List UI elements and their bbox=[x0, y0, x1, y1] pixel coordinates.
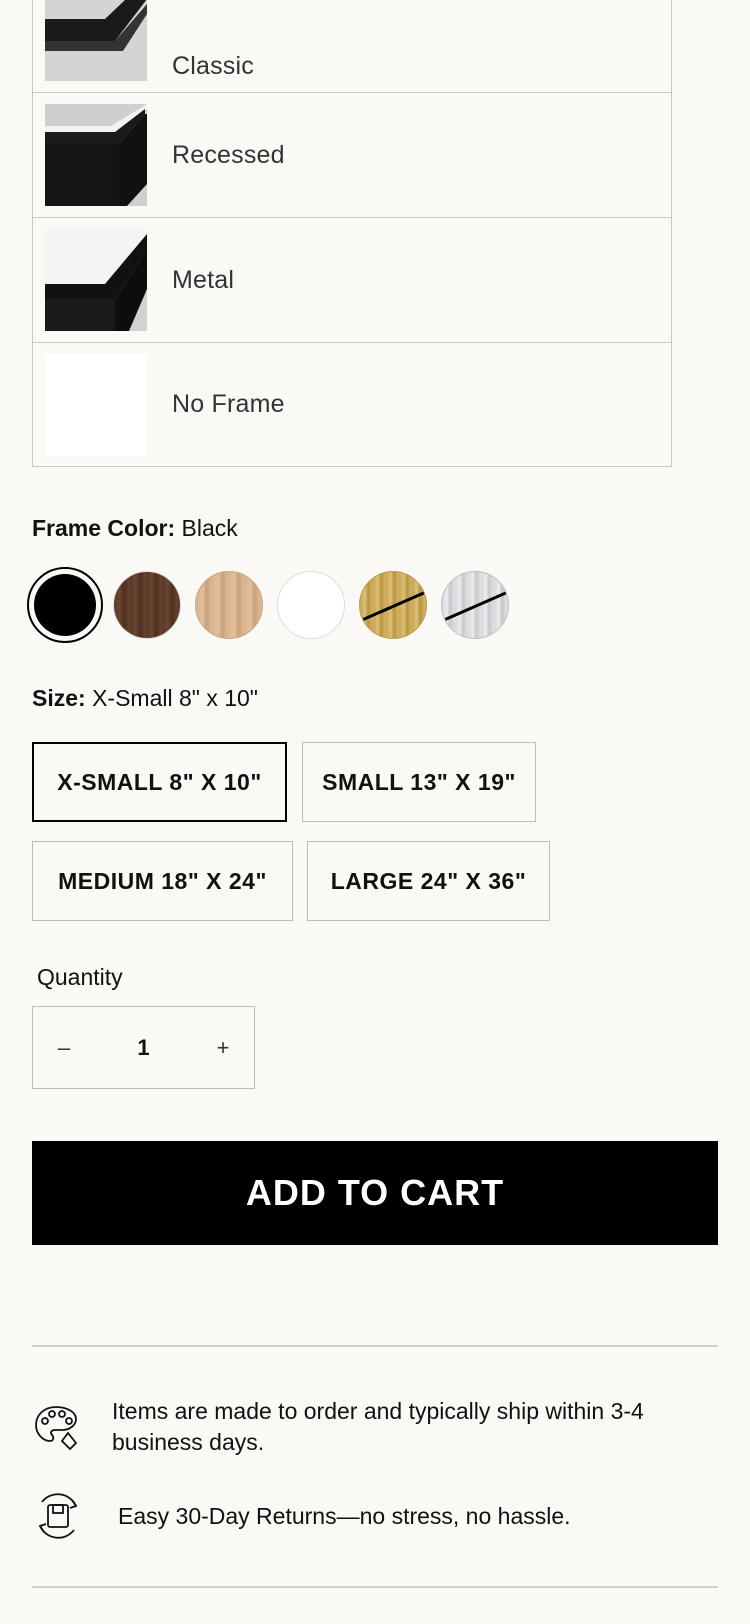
frame-option-no-frame[interactable]: No Frame bbox=[33, 343, 671, 466]
quantity-stepper: – 1 + bbox=[32, 1006, 255, 1089]
frame-option-recessed[interactable]: Recessed bbox=[33, 93, 671, 218]
size-label: Size: bbox=[32, 685, 86, 711]
divider bbox=[32, 1586, 718, 1588]
frame-thumbnail bbox=[45, 0, 147, 81]
add-to-cart-button[interactable]: ADD TO CART bbox=[32, 1141, 718, 1245]
frame-thumbnail bbox=[45, 229, 147, 331]
frame-thumbnail bbox=[45, 353, 147, 456]
swatch-silver-unavailable[interactable] bbox=[441, 571, 509, 639]
size-option-large[interactable]: LARGE 24" X 36" bbox=[307, 841, 550, 921]
frame-color-swatches bbox=[27, 567, 523, 643]
quantity-decrement-button[interactable]: – bbox=[33, 1007, 95, 1088]
swatch-black[interactable] bbox=[27, 567, 103, 643]
swatch-natural[interactable] bbox=[195, 571, 263, 639]
swatch-gold-unavailable[interactable] bbox=[359, 571, 427, 639]
divider bbox=[32, 1345, 718, 1347]
frame-option-label: Metal bbox=[172, 265, 235, 294]
frame-thumbnail bbox=[45, 104, 147, 206]
size-option-small[interactable]: SMALL 13" X 19" bbox=[302, 742, 536, 822]
frame-color-value: Black bbox=[181, 515, 238, 541]
shipping-info: Items are made to order and typically sh… bbox=[32, 1396, 692, 1458]
size-option-x-small[interactable]: X-SMALL 8" X 10" bbox=[32, 742, 287, 822]
returns-info-text: Easy 30-Day Returns—no stress, no hassle… bbox=[118, 1502, 571, 1529]
frame-style-list: Classic Recessed Metal No Frame bbox=[32, 0, 672, 467]
swatch-white[interactable] bbox=[277, 571, 345, 639]
frame-option-label: Classic bbox=[172, 52, 254, 80]
frame-color-label: Frame Color: bbox=[32, 515, 176, 541]
frame-option-metal[interactable]: Metal bbox=[33, 218, 671, 343]
unavailable-slash-icon bbox=[361, 590, 426, 622]
quantity-increment-button[interactable]: + bbox=[192, 1007, 254, 1088]
size-value: X-Small 8" x 10" bbox=[92, 685, 258, 711]
swatch-walnut[interactable] bbox=[113, 571, 181, 639]
quantity-label: Quantity bbox=[37, 964, 123, 990]
return-box-icon bbox=[32, 1490, 84, 1542]
returns-info: Easy 30-Day Returns—no stress, no hassle… bbox=[32, 1490, 571, 1542]
frame-option-label: Recessed bbox=[172, 140, 285, 169]
size-option-medium[interactable]: MEDIUM 18" X 24" bbox=[32, 841, 293, 921]
palette-icon bbox=[32, 1403, 80, 1451]
shipping-info-text: Items are made to order and typically sh… bbox=[112, 1398, 644, 1455]
frame-option-label: No Frame bbox=[172, 390, 285, 418]
frame-option-classic[interactable]: Classic bbox=[33, 0, 671, 93]
unavailable-slash-icon bbox=[443, 590, 508, 622]
frame-color-heading: Frame Color: Black bbox=[32, 515, 238, 542]
quantity-input[interactable]: 1 bbox=[104, 1035, 184, 1061]
size-heading: Size: X-Small 8" x 10" bbox=[32, 685, 258, 712]
